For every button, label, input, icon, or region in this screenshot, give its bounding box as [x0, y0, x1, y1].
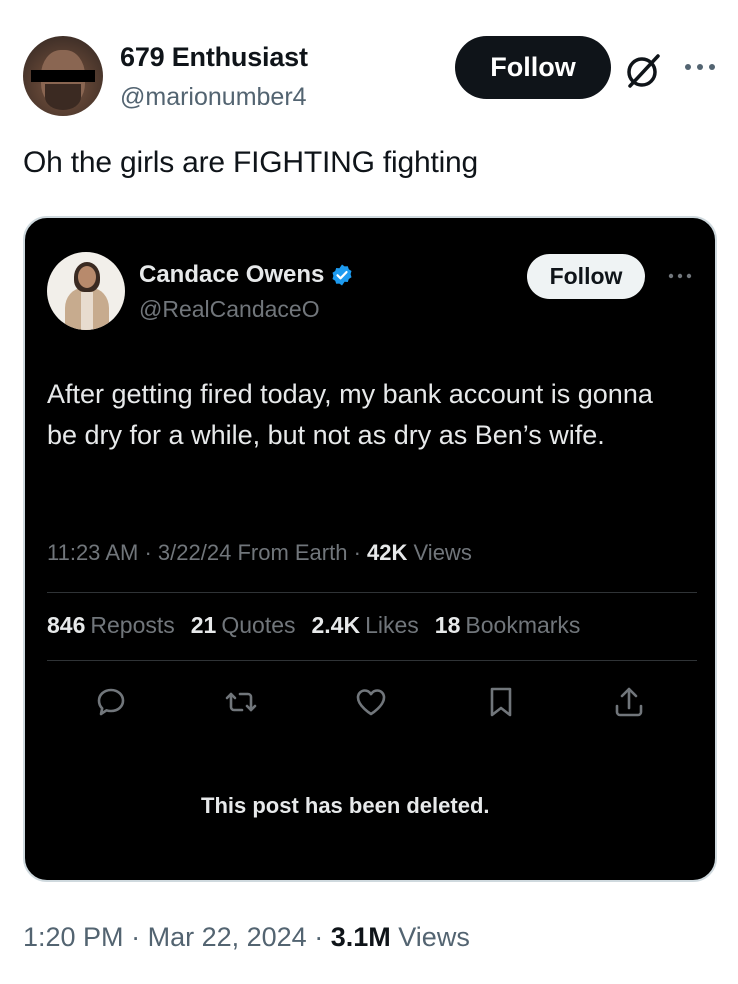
more-icon[interactable] [680, 52, 720, 82]
quoted-author-avatar [47, 252, 125, 330]
stat-likes: 2.4K Likes [311, 612, 419, 638]
quoted-post-meta: 11:23 AM · 3/22/24 From Earth · 42K View… [47, 540, 472, 566]
author-name[interactable]: 679 Enthusiast [120, 42, 308, 73]
post-date[interactable]: Mar 22, 2024 [148, 922, 307, 952]
quoted-more-icon [668, 273, 692, 279]
post-views-count: 3.1M [330, 922, 391, 952]
stat-quotes: 21 Quotes [190, 612, 296, 638]
reply-icon [97, 688, 125, 716]
quoted-author-handle: @RealCandaceO [139, 296, 320, 322]
quoted-date: 3/22/24 [157, 540, 232, 565]
post-time[interactable]: 1:20 PM [23, 922, 124, 952]
deleted-notice: This post has been deleted. [201, 793, 490, 818]
author-handle[interactable]: @marionumber4 [120, 83, 307, 112]
stat-bookmarks: 18 Bookmarks [434, 612, 581, 638]
quoted-author-name-row: Candace Owens [139, 261, 354, 289]
quoted-stats: 846 Reposts 21 Quotes 2.4K Likes 18 Bookmark… [47, 612, 580, 639]
verified-badge-icon [332, 264, 352, 286]
meta-separator: · [314, 922, 324, 952]
repost-icon [225, 692, 257, 712]
share-icon [615, 687, 643, 717]
quoted-views-count: 42K [367, 540, 408, 565]
grok-icon[interactable] [622, 50, 664, 92]
quoted-views-label: Views [413, 540, 472, 565]
quoted-time: 11:23 AM [47, 540, 139, 565]
quoted-source: From Earth [237, 540, 348, 565]
quoted-action-bar [25, 684, 715, 724]
bookmark-icon [490, 687, 512, 717]
post-text: Oh the girls are FIGHTING fighting [23, 146, 479, 179]
meta-separator: · [144, 540, 152, 565]
quoted-author-name: Candace Owens [139, 261, 325, 288]
post-views-label: Views [398, 922, 470, 952]
post-meta: 1:20 PM · Mar 22, 2024 · 3.1M Views [23, 922, 470, 953]
meta-separator: · [353, 540, 361, 565]
quoted-post-screenshot[interactable]: Candace Owens @RealCandaceO Follow After… [23, 216, 717, 882]
divider [47, 660, 697, 661]
quoted-follow-button: Follow [527, 254, 645, 299]
author-avatar[interactable] [23, 36, 103, 116]
quoted-post-text: After getting fired today, my bank accou… [47, 379, 653, 450]
follow-button[interactable]: Follow [455, 36, 611, 99]
meta-separator: · [131, 922, 141, 952]
divider [47, 592, 697, 593]
like-icon [356, 689, 386, 716]
stat-reposts: 846 Reposts [47, 612, 175, 638]
